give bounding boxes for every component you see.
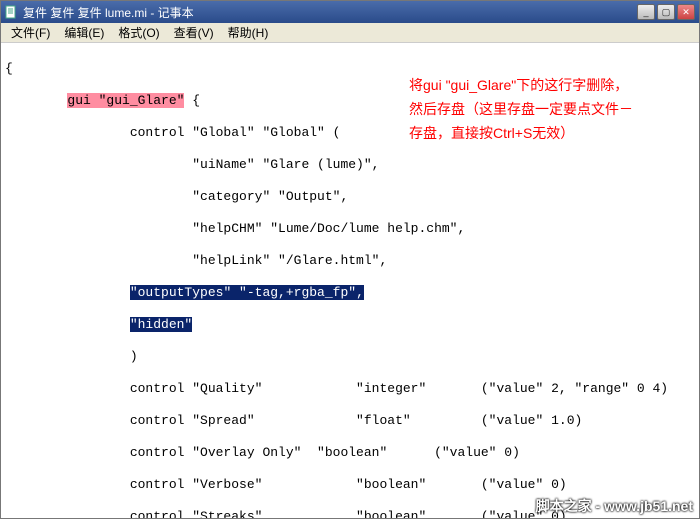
selection-output-types: "outputTypes" "-tag,+rgba_fp",	[130, 285, 364, 300]
close-button[interactable]: ✕	[677, 4, 695, 20]
menu-help[interactable]: 帮助(H)	[222, 22, 275, 43]
menu-view[interactable]: 查看(V)	[168, 22, 220, 43]
menubar: 文件(F) 编辑(E) 格式(O) 查看(V) 帮助(H)	[1, 23, 699, 43]
app-icon	[5, 5, 19, 19]
annotation-overlay: 将gui "gui_Glare"下的这行字删除， 然后存盘（这里存盘一定要点文件…	[409, 73, 689, 145]
annotation-line: 然后存盘（这里存盘一定要点文件－	[409, 97, 689, 121]
selection-hidden: "hidden"	[130, 317, 192, 332]
menu-format[interactable]: 格式(O)	[112, 22, 165, 43]
code-line: control "Quality" "integer" ("value" 2, …	[5, 381, 695, 397]
code-line: control "Spread" "float" ("value" 1.0)	[5, 413, 695, 429]
highlight-gui-glare: gui "gui_Glare"	[67, 93, 184, 108]
code-line: "category" "Output",	[5, 189, 695, 205]
titlebar[interactable]: 复件 复件 复件 lume.mi - 记事本 _ ▢ ✕	[1, 1, 699, 23]
annotation-line: 将gui "gui_Glare"下的这行字删除，	[409, 73, 689, 97]
code-line: "helpCHM" "Lume/Doc/lume help.chm",	[5, 221, 695, 237]
window-title: 复件 复件 复件 lume.mi - 记事本	[23, 4, 633, 21]
minimize-button[interactable]: _	[637, 4, 655, 20]
code-line: "outputTypes" "-tag,+rgba_fp",	[5, 285, 695, 301]
code-line: "hidden"	[5, 317, 695, 333]
annotation-line: 存盘，直接按Ctrl+S无效）	[409, 121, 689, 145]
menu-edit[interactable]: 编辑(E)	[58, 22, 110, 43]
code-line: "uiName" "Glare (lume)",	[5, 157, 695, 173]
code-line: control "Verbose" "boolean" ("value" 0)	[5, 477, 695, 493]
code-line: )	[5, 349, 695, 365]
code-line: control "Overlay Only" "boolean" ("value…	[5, 445, 695, 461]
menu-file[interactable]: 文件(F)	[5, 22, 56, 43]
window-buttons: _ ▢ ✕	[637, 4, 695, 20]
text-editor[interactable]: { gui "gui_Glare" { control "Global" "Gl…	[1, 43, 699, 518]
watermark: 脚本之家 - www.jb51.net	[536, 498, 693, 514]
maximize-button[interactable]: ▢	[657, 4, 675, 20]
code-line: "helpLink" "/Glare.html",	[5, 253, 695, 269]
